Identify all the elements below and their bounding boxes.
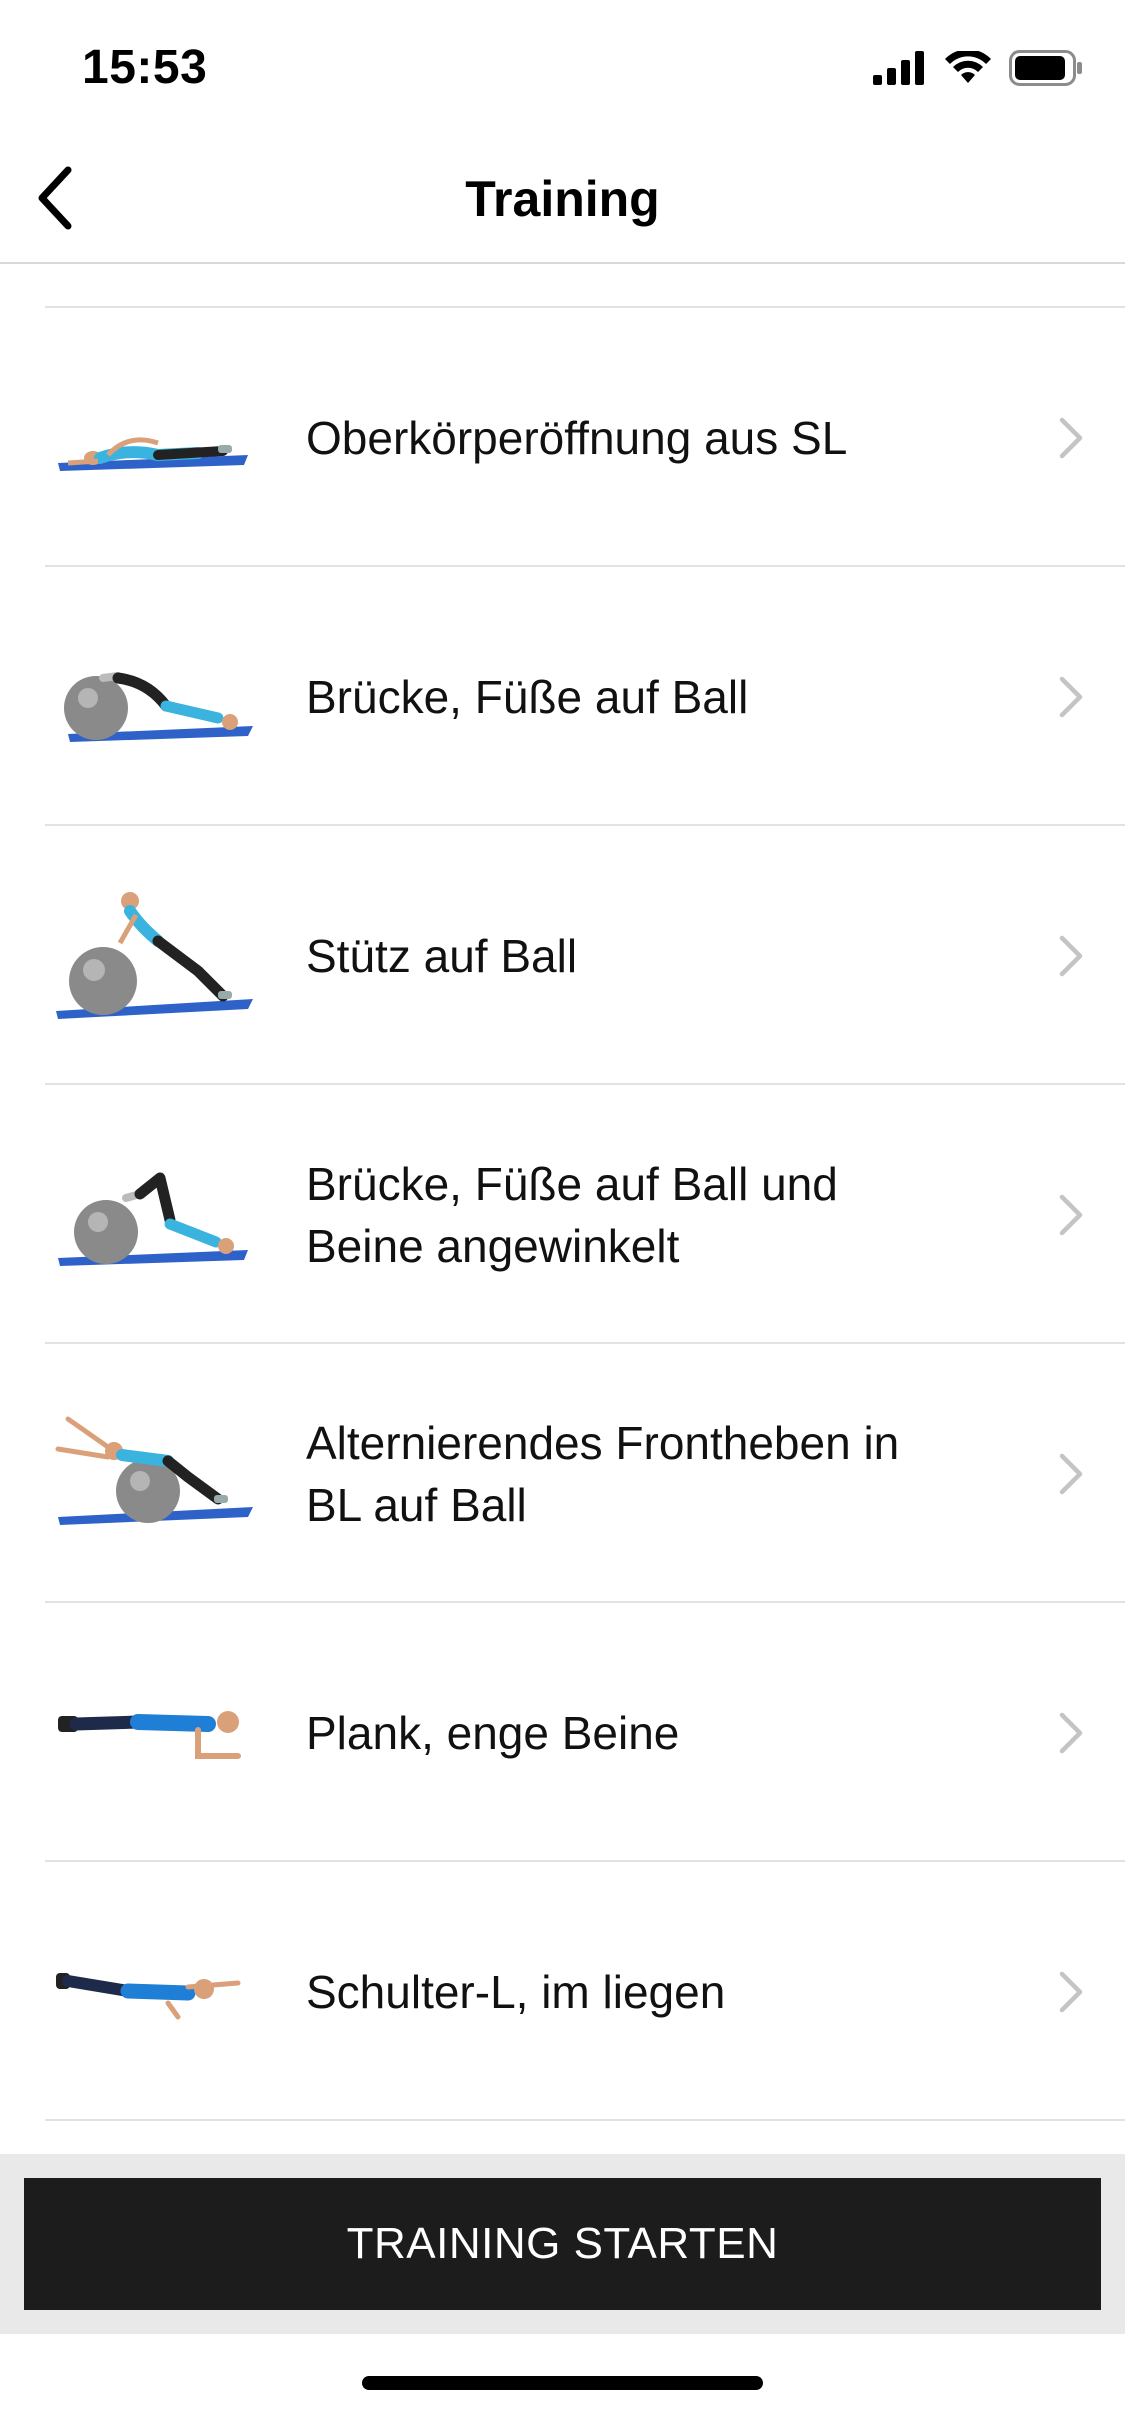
nav-bar: Training: [0, 132, 1125, 264]
home-indicator-area: [0, 2334, 1125, 2436]
wifi-icon: [945, 51, 991, 83]
exercise-row[interactable]: Schulter-L, im liegen: [0, 1862, 1125, 2121]
status-icons: [873, 46, 1083, 90]
exercise-label: Alternierendes Frontheben in BL auf Ball: [306, 1416, 900, 1531]
exercise-thumbnail-bridge-bent-legs-icon: [58, 1172, 248, 1266]
chevron-right-icon: [1059, 417, 1083, 458]
exercise-row[interactable]: Plank, enge Beine: [0, 1603, 1125, 1862]
exercise-label: Brücke, Füße auf Ball und Beine angewink…: [306, 1157, 838, 1272]
status-bar: 15:53: [0, 0, 1125, 132]
exercise-label: Brücke, Füße auf Ball: [306, 670, 749, 723]
page-title: Training: [465, 171, 660, 227]
exercise-thumbnail-stretch-icon: [58, 437, 248, 471]
exercise-label: Schulter-L, im liegen: [306, 1965, 726, 2018]
exercise-row[interactable]: Brücke, Füße auf Ball und Beine angewink…: [0, 1085, 1125, 1344]
battery-icon: [1009, 50, 1082, 86]
exercise-row[interactable]: Alternierendes Frontheben in BL auf Ball: [0, 1344, 1125, 1603]
exercise-label: Plank, enge Beine: [306, 1706, 680, 1759]
chevron-right-icon: [1059, 1194, 1083, 1235]
exercise-thumbnail-push-up-ball-icon: [56, 891, 253, 1019]
chevron-right-icon: [1059, 1453, 1083, 1494]
exercise-thumbnail-shoulder-l-icon: [56, 1972, 241, 2019]
chevron-right-icon: [1059, 1971, 1083, 2012]
exercise-thumbnail-front-raise-ball-icon: [55, 1416, 253, 1525]
cellular-signal-icon: [873, 51, 924, 85]
exercise-row[interactable]: Oberkörperöffnung aus SL: [0, 308, 1125, 567]
exercise-thumbnail-plank-icon: [58, 1710, 241, 1759]
home-indicator[interactable]: [362, 2376, 763, 2390]
exercise-list[interactable]: Oberkörperöffnung aus SL Brücke, Füße au…: [0, 264, 1125, 2154]
exercise-label: Stütz auf Ball: [306, 929, 578, 982]
exercise-row[interactable]: Stütz auf Ball: [0, 826, 1125, 1085]
chevron-right-icon: [1059, 1712, 1083, 1753]
chevron-right-icon: [1059, 935, 1083, 976]
exercise-row[interactable]: Brücke, Füße auf Ball: [0, 567, 1125, 826]
start-training-button[interactable]: TRAINING STARTEN: [24, 2178, 1101, 2310]
exercise-label: Oberkörperöffnung aus SL: [306, 411, 848, 464]
exercise-thumbnail-bridge-ball-icon: [64, 671, 253, 742]
bottom-bar: TRAINING STARTEN: [0, 2154, 1125, 2436]
status-time: 15:53: [82, 41, 208, 94]
chevron-right-icon: [1059, 676, 1083, 717]
